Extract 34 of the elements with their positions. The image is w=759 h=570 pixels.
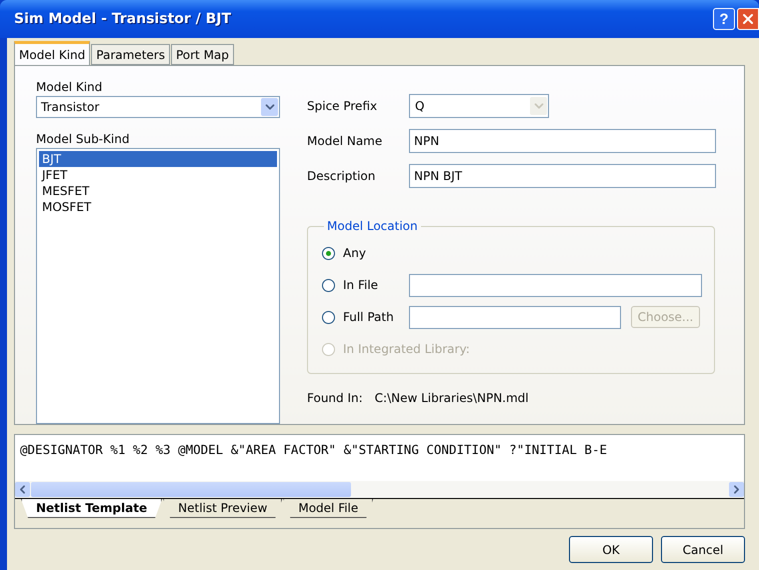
path-text: C:\New Libraries\NPN.mdl [374,391,529,405]
list-item[interactable]: BJT [39,150,277,167]
tab[interactable]: Netlist Preview [163,499,282,518]
tab[interactable]: Parameters [91,44,170,65]
cancel-button[interactable]: Cancel [661,536,745,563]
radio-button[interactable]: In File [322,278,409,292]
radio-button[interactable]: Any [322,246,409,260]
tab[interactable]: Model Kind [14,41,90,65]
input-field[interactable]: NPN [409,129,716,153]
close-button[interactable] [737,8,759,30]
close-icon [740,11,756,27]
model-kind-dropdown[interactable]: Transistor [36,96,280,118]
scrollbar[interactable] [15,481,744,498]
tab[interactable]: Port Map [170,44,234,65]
list-item[interactable]: MOSFET [39,198,277,215]
field-label: Spice Prefix [307,99,378,113]
radio-button[interactable]: Full Path [322,310,409,324]
field-label: Found In: [307,391,363,405]
list-item[interactable]: JFET [39,166,277,183]
field-label: Model Kind [36,80,104,94]
tab[interactable]: Netlist Template [21,499,162,518]
input-field[interactable] [409,274,702,296]
window-title: Sim Model - Transistor / BJT [14,11,232,27]
input-field[interactable] [409,306,621,328]
input-field[interactable]: NPN BJT [409,164,716,188]
group-title: Model Location [326,219,419,233]
field-label: Model Name [307,134,384,148]
help-button[interactable]: ? [713,8,735,30]
list-item[interactable]: MESFET [39,182,277,199]
field-label: Description [307,169,376,183]
netlist-text[interactable]: @DESIGNATOR %1 %2 %3 @MODEL &"AREA FACTOR" &"STARTING CONDITION" ?"INITIAL B-E [15,435,744,481]
field-label: Model Sub-Kind [36,132,130,146]
ok-button[interactable]: OK [569,536,653,563]
tab[interactable]: Model File [283,499,374,518]
